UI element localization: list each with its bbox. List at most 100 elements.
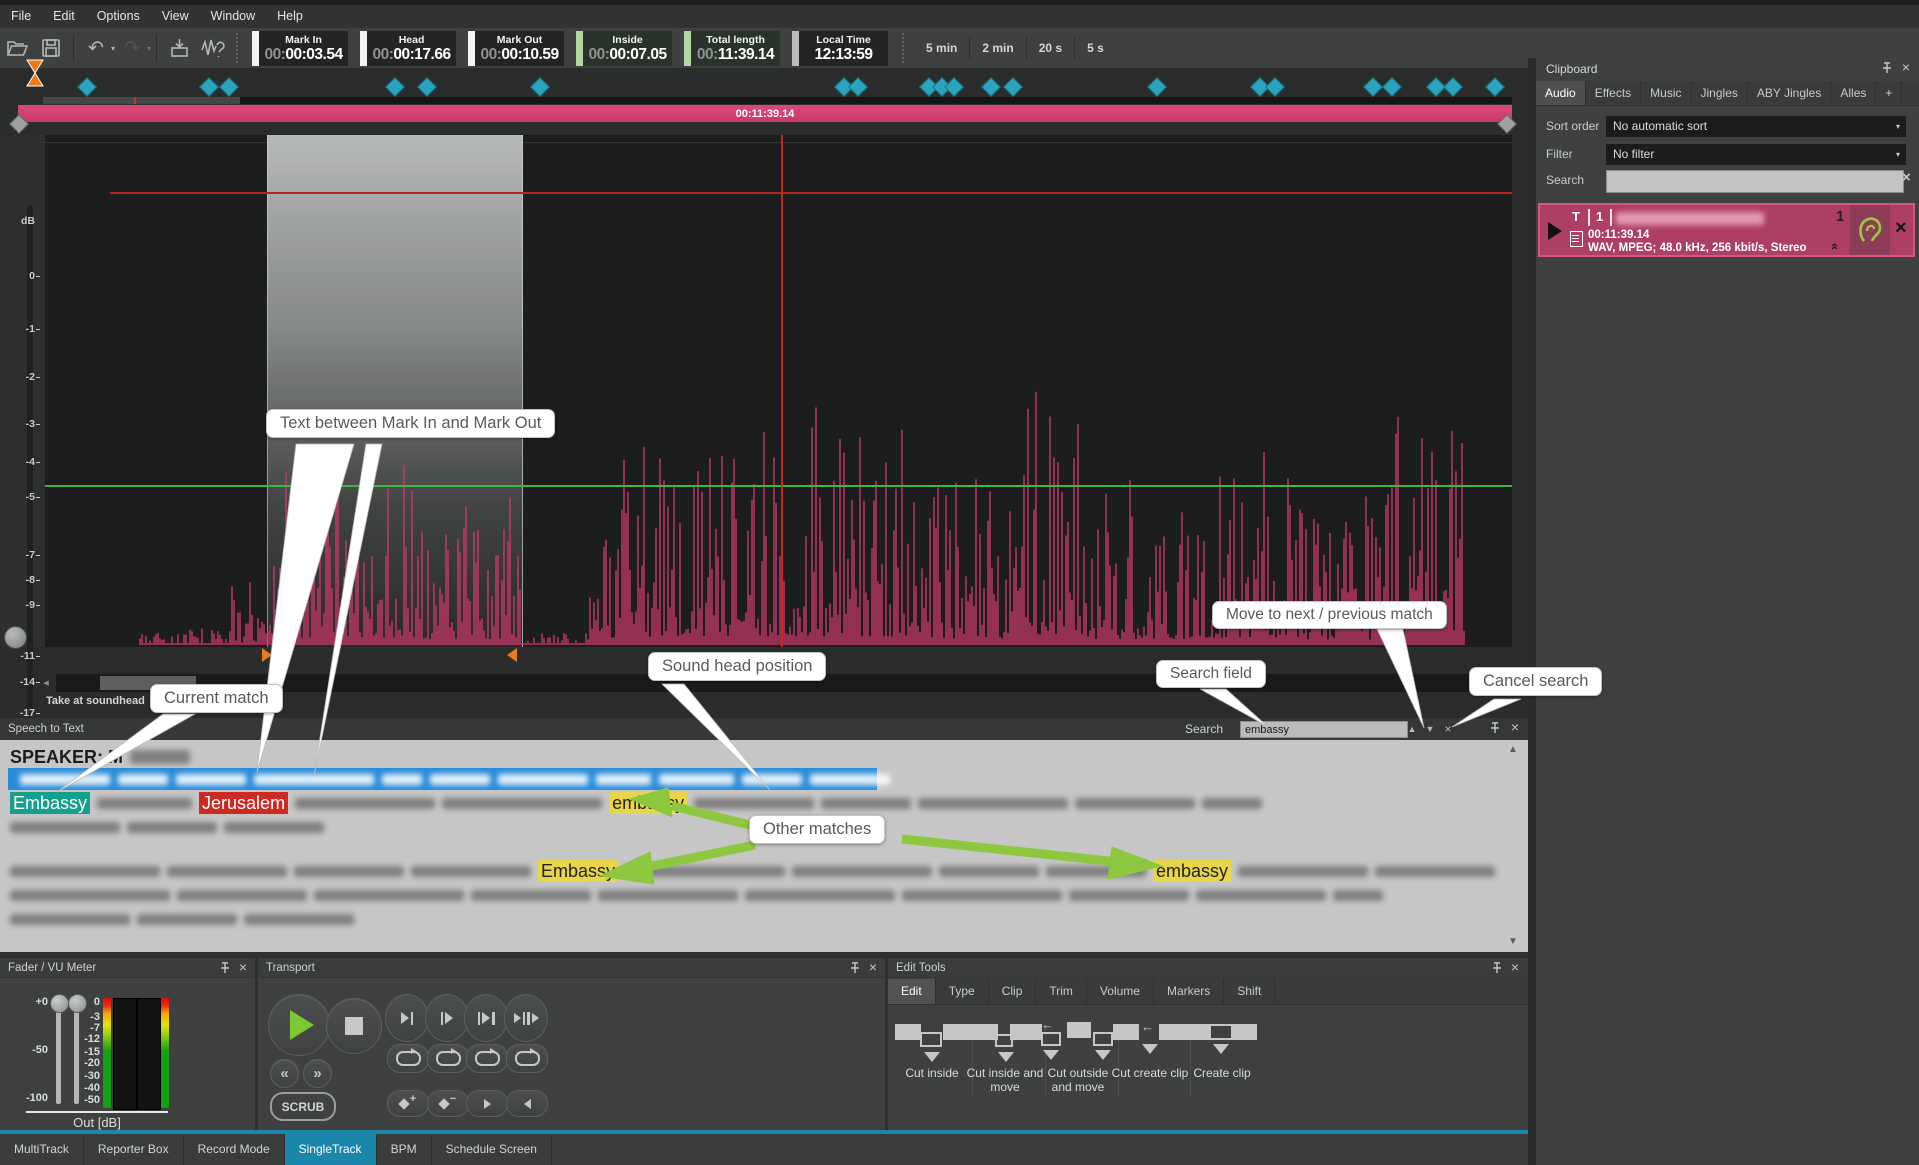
previous-match-button[interactable]: ▲ (1404, 722, 1420, 736)
edit-tab-edit[interactable]: Edit (888, 979, 936, 1004)
timeline-marker[interactable] (1443, 77, 1463, 97)
clipboard-tab-aby-jingles[interactable]: ABY Jingles (1748, 81, 1831, 105)
current-sentence-highlight[interactable] (8, 768, 877, 790)
timeline-marker[interactable] (385, 77, 405, 97)
clipboard-search-input[interactable] (1606, 170, 1904, 193)
overview-strip[interactable] (43, 97, 1512, 104)
clipboard-tab-music[interactable]: Music (1641, 81, 1691, 105)
edit-tab-type[interactable]: Type (936, 979, 989, 1004)
menu-item-edit[interactable]: Edit (42, 5, 86, 28)
gain-knob[interactable] (4, 626, 27, 649)
collapse-icon[interactable]: » (1826, 243, 1841, 250)
mark-in-handle[interactable] (262, 648, 272, 662)
timeline-marker[interactable] (981, 77, 1001, 97)
tool-cut-inside-and-move[interactable]: ←Cut inside and move (963, 1020, 1047, 1094)
clipboard-tab-jingles[interactable]: Jingles (1692, 81, 1748, 105)
edit-tab-markers[interactable]: Markers (1154, 979, 1224, 1004)
search-match-negative[interactable]: Jerusalem (199, 792, 288, 814)
clipboard-tab-audio[interactable]: Audio (1536, 81, 1586, 105)
timeline-marker[interactable] (199, 77, 219, 97)
tool-cut-inside[interactable]: Cut inside (890, 1020, 974, 1080)
rewind-button[interactable]: « (270, 1059, 299, 1088)
scroll-left-arrow[interactable]: ◂ (38, 674, 54, 692)
add-marker-button[interactable]: + (387, 1090, 429, 1117)
transcript-area[interactable]: SPEAKER: M EmbassyJerusalemembassyEmbass… (0, 740, 1528, 952)
waveform-plot[interactable] (45, 135, 1512, 647)
menu-item-view[interactable]: View (151, 5, 200, 28)
menu-item-window[interactable]: Window (200, 5, 266, 28)
edit-tab-volume[interactable]: Volume (1087, 979, 1154, 1004)
panel-divider[interactable] (1528, 58, 1536, 1165)
pin-icon[interactable] (1490, 961, 1504, 975)
clipboard-audio-item[interactable]: T 1 1 × 00:11:39.14 WAV, MPEG; 48.0 kHz,… (1538, 203, 1915, 257)
timeline-marker[interactable] (417, 77, 437, 97)
workspace-tab-schedule-screen[interactable]: Schedule Screen (432, 1134, 552, 1165)
workspace-tab-singletrack[interactable]: SingleTrack (285, 1134, 377, 1165)
play-button[interactable] (268, 994, 330, 1056)
loop-from-in-button[interactable] (427, 1044, 469, 1073)
speech-search-input[interactable] (1240, 721, 1408, 738)
zoom-preset-2min[interactable]: 2 min (970, 33, 1025, 63)
timeline-marker[interactable] (1003, 77, 1023, 97)
timeline-marker[interactable] (77, 77, 97, 97)
search-match-other_3[interactable]: embassy (1153, 860, 1231, 882)
filter-select[interactable]: No filter ▾ (1606, 144, 1906, 165)
clip-level-line[interactable] (110, 192, 1512, 194)
sort-order-select[interactable]: No automatic sort ▾ (1606, 116, 1906, 137)
close-panel-icon[interactable]: × (866, 960, 880, 976)
tool-create-clip[interactable]: Create clip (1180, 1020, 1264, 1080)
audio-analysis-button[interactable] (198, 33, 228, 63)
zoom-preset-20s[interactable]: 20 s (1027, 33, 1074, 63)
scrub-button[interactable]: SCRUB (270, 1092, 336, 1121)
loop-between-button[interactable] (466, 1044, 508, 1073)
edit-tab-shift[interactable]: Shift (1224, 979, 1275, 1004)
take-at-soundhead-button[interactable]: Take at soundhead (46, 695, 145, 707)
workspace-tab-bpm[interactable]: BPM (377, 1134, 432, 1165)
timeline-marker[interactable] (848, 77, 868, 97)
edit-tab-clip[interactable]: Clip (989, 979, 1037, 1004)
next-marker-button[interactable] (466, 1090, 508, 1117)
overview-visible-range[interactable] (43, 97, 240, 104)
remove-marker-button[interactable]: − (427, 1090, 469, 1117)
timeline-marker[interactable] (530, 77, 550, 97)
timeline-marker[interactable] (1363, 77, 1383, 97)
stop-button[interactable] (326, 998, 382, 1054)
undo-button[interactable]: ↶ (81, 33, 111, 63)
undo-dropdown[interactable]: ▾ (111, 44, 115, 53)
workspace-tab-reporter-box[interactable]: Reporter Box (84, 1134, 184, 1165)
remove-item-icon[interactable]: × (1895, 217, 1907, 240)
play-to-mark-out-button[interactable] (385, 994, 429, 1042)
play-over-marks-button[interactable] (504, 994, 548, 1042)
play-icon[interactable] (1548, 222, 1562, 240)
edit-tab-trim[interactable]: Trim (1036, 979, 1087, 1004)
redo-dropdown[interactable]: ▾ (147, 44, 151, 53)
menu-item-file[interactable]: File (0, 5, 42, 28)
menu-item-help[interactable]: Help (266, 5, 314, 28)
prelisten-cell[interactable] (1850, 205, 1890, 255)
play-between-marks-button[interactable] (464, 994, 508, 1042)
clear-search-icon[interactable]: × (1902, 169, 1911, 186)
pin-icon[interactable] (218, 961, 232, 975)
import-audio-button[interactable] (164, 33, 194, 63)
search-match-other_2[interactable]: Embassy (538, 860, 618, 882)
search-match-other_1[interactable]: embassy (609, 792, 687, 814)
timeline-marker[interactable] (1147, 77, 1167, 97)
close-panel-icon[interactable]: × (1899, 60, 1913, 76)
search-match-current[interactable]: Embassy (10, 792, 90, 814)
timeline-marker[interactable] (219, 77, 239, 97)
timeline-marker[interactable] (1485, 77, 1505, 97)
clipboard-tab-effects[interactable]: Effects (1586, 81, 1641, 105)
play-from-mark-in-button[interactable] (425, 994, 469, 1042)
soundhead-marker-icon[interactable] (24, 59, 46, 87)
fader-track-left[interactable] (56, 1002, 61, 1104)
workspace-tab-multitrack[interactable]: MultiTrack (0, 1134, 84, 1165)
previous-marker-button[interactable] (506, 1090, 548, 1117)
zoom-preset-5min[interactable]: 5 min (914, 33, 969, 63)
cancel-search-button[interactable]: × (1440, 722, 1456, 736)
menu-item-options[interactable]: Options (86, 5, 151, 28)
zoom-preset-5s[interactable]: 5 s (1075, 33, 1116, 63)
pin-icon[interactable] (1488, 721, 1502, 735)
clipboard-tab-alles[interactable]: Alles (1831, 81, 1876, 105)
timeline-marker[interactable] (1265, 77, 1285, 97)
close-panel-icon[interactable]: × (1508, 720, 1522, 736)
